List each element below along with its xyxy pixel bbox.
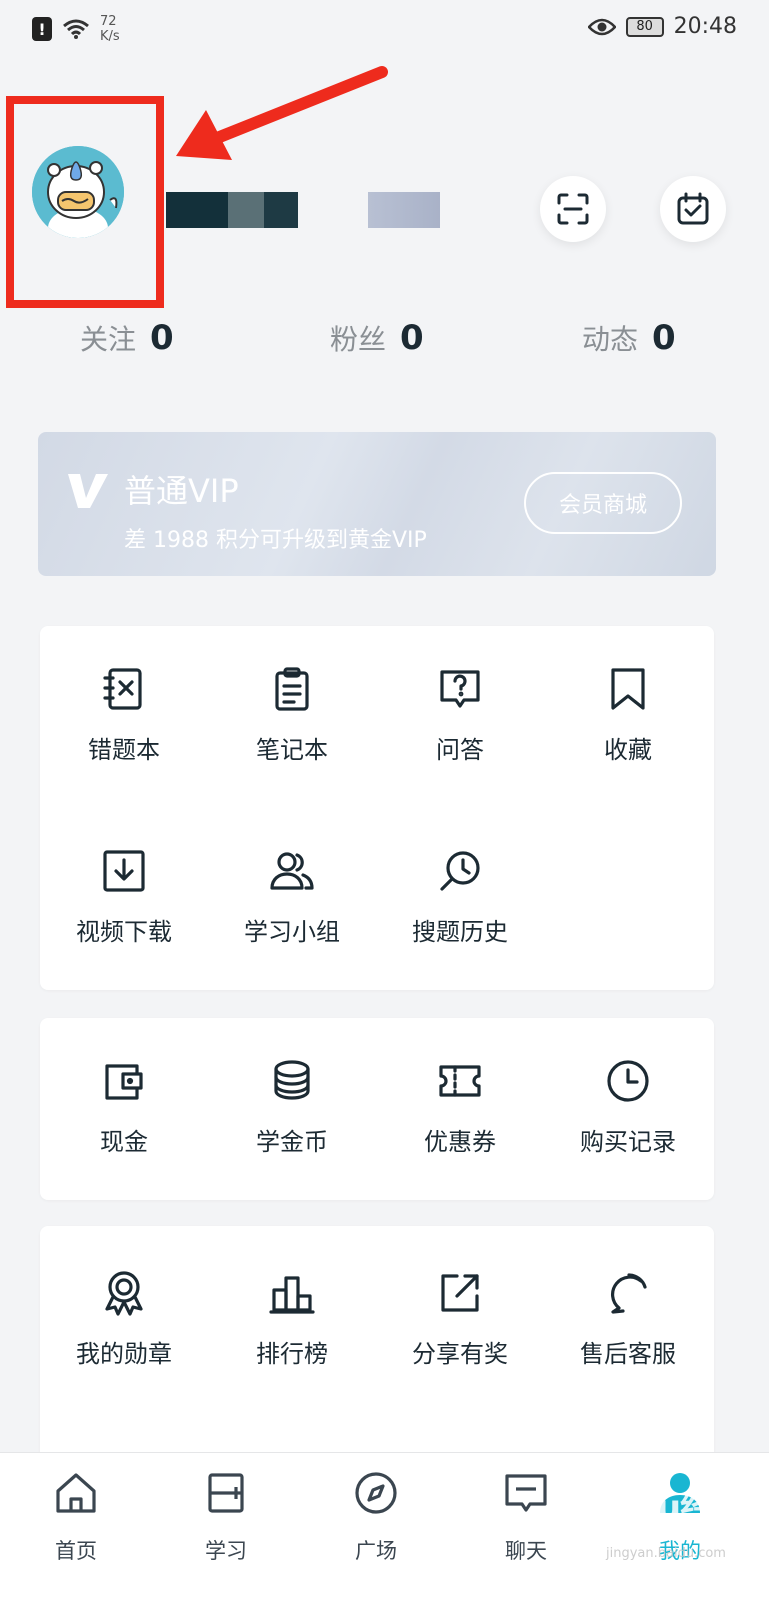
grid-item-label: 视频下载	[76, 918, 172, 946]
grid-item-notebook[interactable]: 笔记本	[208, 666, 376, 765]
wallet-icon	[105, 1064, 143, 1100]
search-history-icon	[440, 851, 480, 891]
grid-item-cash[interactable]: 现金	[40, 1058, 208, 1157]
grid-item-label: 收藏	[604, 736, 652, 764]
annotation-arrow	[176, 66, 388, 160]
ranking-icon	[269, 1276, 315, 1314]
wrong-book-icon	[103, 668, 142, 710]
bookmark-icon	[611, 668, 645, 710]
eye-icon	[587, 18, 616, 35]
scan-button[interactable]	[540, 176, 606, 242]
home-icon	[56, 1473, 96, 1513]
grid-item-video-download[interactable]: 视频下载	[40, 848, 208, 947]
watermark-url: jingyan.baidu.com	[606, 1546, 726, 1561]
services-card: 我的勋章 排行榜 分享有奖 售后客服	[40, 1226, 714, 1486]
stat-value: 0	[150, 318, 174, 358]
grid-item-label: 购买记录	[580, 1128, 676, 1156]
stats-row: 关注 0 粉丝 0 动态 0	[0, 318, 769, 364]
grid-item-ranking[interactable]: 排行榜	[208, 1270, 376, 1369]
grid-item-study-group[interactable]: 学习小组	[208, 848, 376, 947]
username-blurred	[166, 192, 440, 228]
grid-item-label: 学习小组	[244, 918, 340, 946]
tab-label: 首页	[55, 1539, 97, 1563]
notebook-icon	[275, 667, 309, 711]
share-icon	[441, 1274, 479, 1312]
chat-service-icon	[611, 1273, 647, 1314]
grid-item-label: 错题本	[88, 736, 160, 764]
tab-home[interactable]: 首页	[26, 1469, 126, 1565]
tab-label: 学习	[205, 1539, 247, 1563]
grid-item-favorites[interactable]: 收藏	[544, 666, 712, 765]
grid-item-label: 优惠券	[424, 1128, 496, 1156]
status-bar: ! 72 K/s 80 20:48	[0, 0, 769, 60]
coupon-icon	[439, 1065, 481, 1097]
qa-icon	[440, 670, 480, 708]
grid-item-label: 现金	[100, 1128, 148, 1156]
grid-item-search-history[interactable]: 搜题历史	[376, 848, 544, 947]
medal-icon	[105, 1271, 143, 1316]
stat-label: 粉丝	[330, 323, 387, 356]
stat-following[interactable]: 关注 0	[80, 318, 174, 358]
wifi-icon	[63, 19, 89, 39]
grid-item-qa[interactable]: 问答	[376, 666, 544, 765]
checkin-button[interactable]	[660, 176, 726, 242]
tab-chat[interactable]: 聊天	[476, 1469, 576, 1565]
status-time: 20:48	[673, 14, 737, 39]
grid-item-label: 笔记本	[256, 736, 328, 764]
grid-item-wrong-book[interactable]: 错题本	[40, 666, 208, 765]
grid-item-coins[interactable]: 学金币	[208, 1058, 376, 1157]
watermark-logo: Baidu经验	[576, 1488, 747, 1528]
grid-item-label: 售后客服	[580, 1340, 676, 1368]
vip-logo-icon	[68, 474, 108, 508]
tab-study[interactable]: 学习	[176, 1469, 276, 1565]
grid-item-label: 学金币	[256, 1128, 328, 1156]
stat-label: 动态	[582, 323, 639, 356]
grid-item-customer-service[interactable]: 售后客服	[544, 1270, 712, 1369]
download-icon	[103, 850, 145, 892]
tab-label: 聊天	[505, 1539, 547, 1563]
assets-card: 现金 学金币 优惠券 购买记录	[40, 1018, 714, 1200]
grid-item-label: 搜题历史	[412, 918, 508, 946]
member-store-button[interactable]: 会员商城	[524, 472, 682, 534]
grid-item-coupon[interactable]: 优惠券	[376, 1058, 544, 1157]
stat-value: 0	[400, 318, 424, 358]
battery-indicator: 80	[625, 16, 664, 37]
highlight-box	[6, 96, 164, 308]
network-speed: 72 K/s	[100, 14, 120, 44]
study-icon	[208, 1473, 244, 1513]
scan-icon	[557, 193, 589, 225]
grid-item-share[interactable]: 分享有奖	[376, 1270, 544, 1369]
vip-subtitle: 差 1988 积分可升级到黄金VIP	[124, 528, 427, 553]
speed-unit: K/s	[100, 29, 120, 44]
grid-item-purchase-history[interactable]: 购买记录	[544, 1058, 712, 1157]
tab-square[interactable]: 广场	[326, 1469, 426, 1565]
calendar-check-icon	[677, 192, 709, 225]
grid-item-label: 问答	[436, 736, 484, 764]
grid-item-label: 排行榜	[256, 1340, 328, 1368]
grid-item-label: 我的勋章	[76, 1340, 172, 1368]
coins-icon	[274, 1060, 310, 1100]
speed-value: 72	[100, 14, 117, 29]
vip-title: 普通VIP	[124, 472, 239, 510]
message-icon	[505, 1474, 547, 1512]
stat-label: 关注	[80, 323, 137, 356]
alert-icon: !	[32, 17, 52, 41]
study-tools-card: 错题本 笔记本 问答 收藏 视频下载 学习小组 搜题历史	[40, 626, 714, 990]
stat-fans[interactable]: 粉丝 0	[330, 318, 424, 358]
group-icon	[270, 852, 314, 890]
tab-label: 广场	[355, 1539, 397, 1563]
stat-value: 0	[652, 318, 676, 358]
stat-posts[interactable]: 动态 0	[582, 318, 676, 358]
compass-icon	[355, 1472, 397, 1514]
grid-item-medals[interactable]: 我的勋章	[40, 1270, 208, 1369]
grid-item-label: 分享有奖	[412, 1340, 508, 1368]
clock-icon	[607, 1060, 649, 1102]
vip-card[interactable]: 普通VIP 差 1988 积分可升级到黄金VIP 会员商城	[38, 432, 716, 576]
